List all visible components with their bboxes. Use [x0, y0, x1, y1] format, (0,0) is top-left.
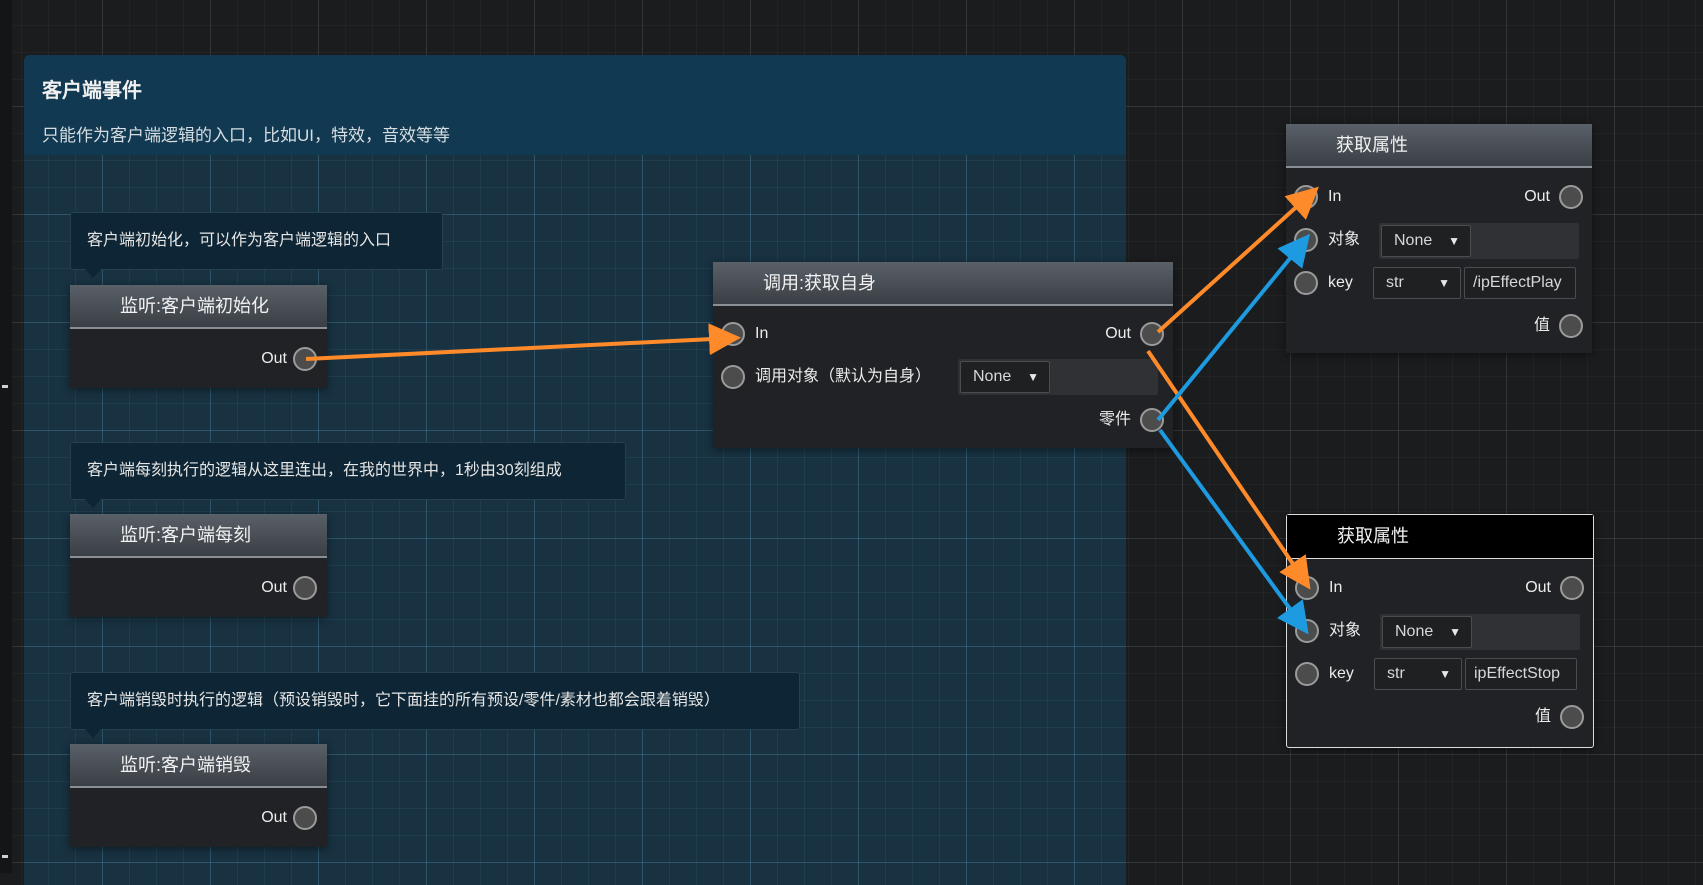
get-property-node-play[interactable]: 获取属性 In Out 对象 None ▼ key str ▼ 值	[1286, 124, 1592, 353]
comment-tick[interactable]: 客户端每刻执行的逻辑从这里连出，在我的世界中，1秒由30刻组成	[70, 442, 626, 508]
key-in-pin[interactable]	[1294, 271, 1318, 295]
panel-edge-mark	[2, 385, 8, 388]
dropdown-value: None	[973, 368, 1012, 385]
object-dropdown[interactable]: None ▼	[1381, 225, 1471, 257]
comment-destroy[interactable]: 客户端销毁时执行的逻辑（预设销毁时，它下面挂的所有预设/零件/素材也都会跟着销毁…	[70, 672, 800, 738]
out-label: Out	[261, 809, 287, 826]
comment-text: 客户端每刻执行的逻辑从这里连出，在我的世界中，1秒由30刻组成	[87, 462, 562, 479]
value-label: 值	[1533, 317, 1550, 334]
exec-out-pin[interactable]	[1559, 185, 1583, 209]
object-in-pin[interactable]	[1294, 228, 1318, 252]
comment-tail	[85, 729, 101, 738]
object-label: 对象	[1329, 622, 1362, 639]
target-dropdown[interactable]: None ▼	[960, 361, 1050, 393]
node-title: 调用:获取自身	[713, 262, 1173, 306]
key-value-input[interactable]	[1464, 267, 1576, 299]
node-title: 获取属性	[1287, 515, 1593, 559]
part-label: 零件	[1098, 411, 1131, 428]
object-in-pin[interactable]	[1295, 619, 1319, 643]
listen-node-client-tick[interactable]: 监听:客户端每刻 Out	[70, 514, 327, 617]
in-label: In	[1329, 579, 1343, 596]
exec-out-pin[interactable]	[293, 576, 317, 600]
out-label: Out	[1524, 188, 1550, 205]
value-out-pin[interactable]	[1560, 705, 1584, 729]
dropdown-arrow-icon: ▼	[1449, 625, 1461, 639]
exec-in-pin[interactable]	[721, 322, 745, 346]
node-title: 获取属性	[1286, 124, 1592, 168]
listen-node-client-destroy[interactable]: 监听:客户端销毁 Out	[70, 744, 327, 847]
panel-edge-mark	[2, 855, 8, 858]
node-title: 监听:客户端初始化	[70, 285, 327, 329]
exec-out-pin[interactable]	[1140, 322, 1164, 346]
data-wire-part-to-get-stop[interactable]	[1158, 428, 1309, 635]
dropdown-arrow-icon: ▼	[1027, 370, 1039, 384]
get-property-node-stop[interactable]: 获取属性 In Out 对象 None ▼ key str ▼ 值	[1286, 514, 1594, 748]
exec-in-pin[interactable]	[1294, 185, 1318, 209]
out-label: Out	[261, 579, 287, 596]
comment-init[interactable]: 客户端初始化，可以作为客户端逻辑的入口	[70, 212, 443, 278]
node-title: 监听:客户端每刻	[70, 514, 327, 558]
exec-in-pin[interactable]	[1295, 576, 1319, 600]
data-wire-part-to-get-play[interactable]	[1156, 233, 1311, 422]
value-out-pin[interactable]	[1559, 314, 1583, 338]
dropdown-arrow-icon: ▼	[1438, 276, 1450, 290]
dropdown-value: str	[1387, 665, 1405, 682]
dropdown-arrow-icon: ▼	[1448, 234, 1460, 248]
call-get-self-node[interactable]: 调用:获取自身 In Out 调用对象（默认为自身） None ▼ 零件	[713, 262, 1173, 448]
object-dropdown[interactable]: None ▼	[1382, 616, 1472, 648]
key-value-input[interactable]	[1465, 658, 1577, 690]
exec-out-pin[interactable]	[293, 806, 317, 830]
dropdown-arrow-icon: ▼	[1439, 667, 1451, 681]
key-type-dropdown[interactable]: str ▼	[1374, 658, 1462, 690]
out-label: Out	[1525, 579, 1551, 596]
target-in-pin[interactable]	[721, 365, 745, 389]
out-label: Out	[1105, 325, 1131, 342]
in-label: In	[755, 325, 769, 342]
node-title: 监听:客户端销毁	[70, 744, 327, 788]
dropdown-value: None	[1394, 232, 1433, 249]
group-description: 只能作为客户端逻辑的入口，比如UI，特效，音效等等	[42, 126, 450, 145]
comment-tail	[85, 269, 101, 278]
key-label: key	[1329, 665, 1354, 682]
left-panel-edge	[0, 0, 12, 873]
comment-text: 客户端初始化，可以作为客户端逻辑的入口	[87, 232, 392, 249]
dropdown-value: None	[1395, 623, 1434, 640]
part-out-pin[interactable]	[1140, 408, 1164, 432]
dropdown-value: str	[1386, 274, 1404, 291]
exec-out-pin[interactable]	[293, 347, 317, 371]
key-type-dropdown[interactable]: str ▼	[1373, 267, 1461, 299]
group-title: 客户端事件	[42, 80, 142, 102]
key-label: key	[1328, 274, 1353, 291]
group-header[interactable]: 客户端事件 只能作为客户端逻辑的入口，比如UI，特效，音效等等	[24, 55, 1126, 155]
comment-tail	[85, 499, 101, 508]
object-label: 对象	[1328, 231, 1361, 248]
key-in-pin[interactable]	[1295, 662, 1319, 686]
listen-node-client-init[interactable]: 监听:客户端初始化 Out	[70, 285, 327, 388]
in-label: In	[1328, 188, 1342, 205]
target-label: 调用对象（默认为自身）	[755, 368, 932, 385]
comment-text: 客户端销毁时执行的逻辑（预设销毁时，它下面挂的所有预设/零件/素材也都会跟着销毁…	[87, 692, 720, 709]
out-label: Out	[261, 350, 287, 367]
exec-out-pin[interactable]	[1560, 576, 1584, 600]
value-label: 值	[1534, 708, 1551, 725]
